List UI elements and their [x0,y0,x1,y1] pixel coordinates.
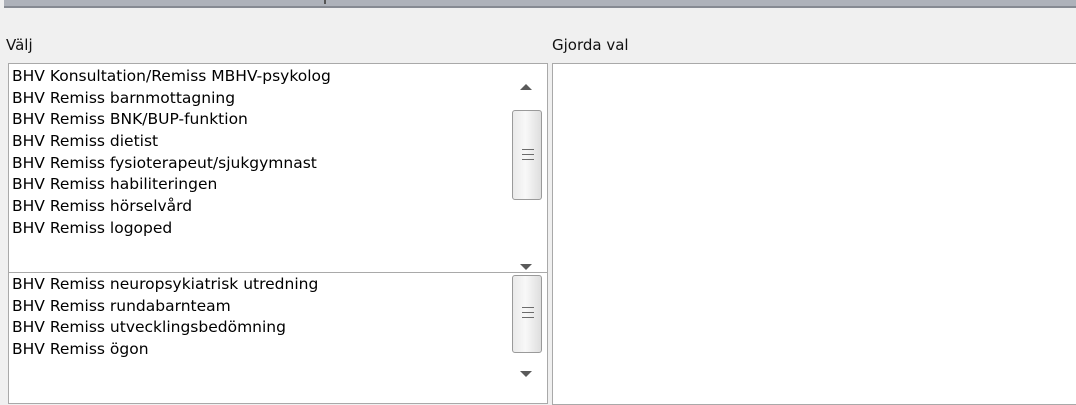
top-divider-bar [4,0,1076,8]
list-item[interactable]: BHV Remiss BNK/BUP-funktion [11,109,331,131]
choose-list-top: BHV Konsultation/Remiss MBHV-psykolog BH… [11,66,331,240]
list-item[interactable]: BHV Remiss barnmottagning [11,88,331,110]
list-item[interactable]: BHV Remiss dietist [11,131,331,153]
scroll-thumb-grip-icon [522,149,534,150]
choose-listbox-top[interactable]: BHV Konsultation/Remiss MBHV-psykolog BH… [8,63,548,273]
scroll-thumb-grip-icon [522,317,534,318]
scroll-down-arrow-icon[interactable] [520,371,532,377]
list-item[interactable]: BHV Remiss neuropsykiatrisk utredning [11,274,318,296]
list-item[interactable]: BHV Remiss rundabarnteam [11,296,318,318]
list-item[interactable]: BHV Remiss habiliteringen [11,174,331,196]
list-item[interactable]: BHV Konsultation/Remiss MBHV-psykolog [11,66,331,88]
top-divider-tick [324,0,326,4]
choose-label: Välj [6,36,33,54]
list-item[interactable]: BHV Remiss logoped [11,218,331,240]
list-item[interactable]: BHV Remiss utvecklingsbedömning [11,317,318,339]
scroll-thumb-grip-icon [522,307,534,308]
list-item[interactable]: BHV Remiss ögon [11,339,318,361]
scroll-thumb-grip-icon [522,159,534,160]
choose-scrollbar-bottom[interactable] [509,273,547,403]
scroll-thumb-grip-icon [522,154,534,155]
scroll-thumb[interactable] [512,110,542,200]
list-item[interactable]: BHV Remiss hörselvård [11,196,331,218]
choose-scrollbar-top[interactable] [509,64,547,272]
selections-label: Gjorda val [552,36,629,54]
selections-listbox[interactable] [552,63,1076,405]
scroll-down-arrow-icon[interactable] [520,264,532,270]
choose-list-bottom: BHV Remiss neuropsykiatrisk utredning BH… [11,274,318,361]
choose-listbox-bottom[interactable]: BHV Remiss neuropsykiatrisk utredning BH… [8,272,548,404]
list-item[interactable]: BHV Remiss fysioterapeut/sjukgymnast [11,153,331,175]
scroll-thumb[interactable] [512,275,542,353]
scroll-up-arrow-icon[interactable] [520,84,532,90]
scroll-thumb-grip-icon [522,312,534,313]
